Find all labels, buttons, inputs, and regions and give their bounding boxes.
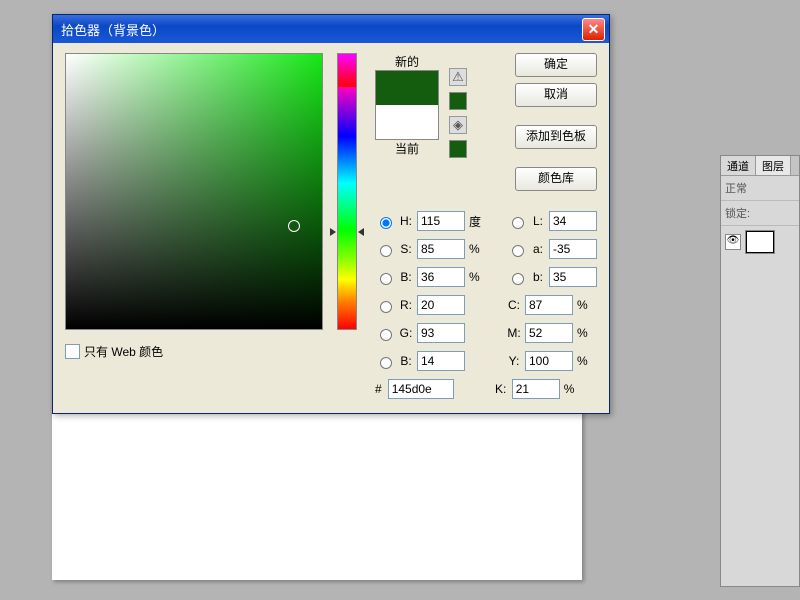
saturation-value-field[interactable] (65, 53, 323, 330)
label-a: a: (531, 242, 545, 256)
websafe-warning-icon[interactable]: ◈ (449, 116, 467, 134)
radio-b-hsb[interactable] (380, 273, 392, 285)
unit-b-hsb: % (469, 270, 485, 284)
add-swatch-button[interactable]: 添加到色板 (515, 125, 597, 149)
input-k[interactable] (512, 379, 560, 399)
radio-b-lab[interactable] (512, 273, 524, 285)
label-h: H: (399, 214, 413, 228)
tab-layers[interactable]: 图层 (756, 156, 791, 175)
current-label: 当前 (375, 140, 439, 157)
titlebar[interactable]: 拾色器（背景色） ✕ (53, 15, 609, 43)
unit-s: % (469, 242, 485, 256)
web-only-checkbox[interactable] (65, 344, 80, 359)
websafe-swatch[interactable] (449, 140, 467, 158)
visibility-eye-icon[interactable]: 👁 (725, 234, 741, 250)
gamut-swatch[interactable] (449, 92, 467, 110)
current-color-swatch[interactable] (376, 105, 438, 139)
hue-slider[interactable] (337, 53, 357, 330)
input-m[interactable] (525, 323, 573, 343)
new-color-swatch (376, 71, 438, 105)
label-r: R: (399, 298, 413, 312)
label-c: C: (507, 298, 521, 312)
label-y: Y: (507, 354, 521, 368)
label-b-lab: b: (531, 270, 545, 284)
input-c[interactable] (525, 295, 573, 315)
hex-prefix: # (375, 382, 382, 396)
radio-h[interactable] (380, 217, 392, 229)
unit-y: % (577, 354, 588, 368)
layers-panel: 通道 图层 正常 锁定: 👁 (720, 155, 800, 587)
radio-a[interactable] (512, 245, 524, 257)
input-h[interactable] (417, 211, 465, 231)
color-swatch (375, 70, 439, 140)
unit-c: % (577, 298, 588, 312)
label-k: K: (494, 382, 508, 396)
color-library-button[interactable]: 颜色库 (515, 167, 597, 191)
input-g[interactable] (417, 323, 465, 343)
hue-arrow-right-icon (358, 228, 364, 236)
input-b-rgb[interactable] (417, 351, 465, 371)
new-label: 新的 (375, 53, 439, 70)
input-a[interactable] (549, 239, 597, 259)
label-g: G: (399, 326, 413, 340)
unit-h: 度 (469, 213, 485, 230)
input-hex[interactable] (388, 379, 454, 399)
radio-r[interactable] (380, 301, 392, 313)
close-icon: ✕ (588, 21, 600, 38)
sv-cursor-icon (288, 220, 300, 232)
hue-arrow-left-icon (330, 228, 336, 236)
input-s[interactable] (417, 239, 465, 259)
web-only-label: 只有 Web 颜色 (84, 343, 163, 360)
cancel-button[interactable]: 取消 (515, 83, 597, 107)
color-picker-dialog: 拾色器（背景色） ✕ 新的 当前 (52, 14, 610, 414)
radio-b-rgb[interactable] (380, 357, 392, 369)
unit-m: % (577, 326, 588, 340)
input-r[interactable] (417, 295, 465, 315)
radio-l[interactable] (512, 217, 524, 229)
dialog-title: 拾色器（背景色） (61, 20, 582, 39)
label-s: S: (399, 242, 413, 256)
close-button[interactable]: ✕ (582, 18, 605, 41)
lock-row: 锁定: (721, 201, 799, 226)
unit-k: % (564, 382, 575, 396)
input-b-lab[interactable] (549, 267, 597, 287)
label-l: L: (531, 214, 545, 228)
layer-thumbnail[interactable] (745, 230, 775, 254)
tab-channels[interactable]: 通道 (721, 156, 756, 175)
radio-g[interactable] (380, 329, 392, 341)
label-m: M: (507, 326, 521, 340)
input-b-hsb[interactable] (417, 267, 465, 287)
blend-mode-select[interactable]: 正常 (721, 176, 799, 201)
input-y[interactable] (525, 351, 573, 371)
label-b-rgb: B: (399, 354, 413, 368)
label-b-hsb: B: (399, 270, 413, 284)
ok-button[interactable]: 确定 (515, 53, 597, 77)
radio-s[interactable] (380, 245, 392, 257)
layer-row[interactable]: 👁 (721, 226, 799, 258)
input-l[interactable] (549, 211, 597, 231)
gamut-warning-icon[interactable]: ⚠ (449, 68, 467, 86)
